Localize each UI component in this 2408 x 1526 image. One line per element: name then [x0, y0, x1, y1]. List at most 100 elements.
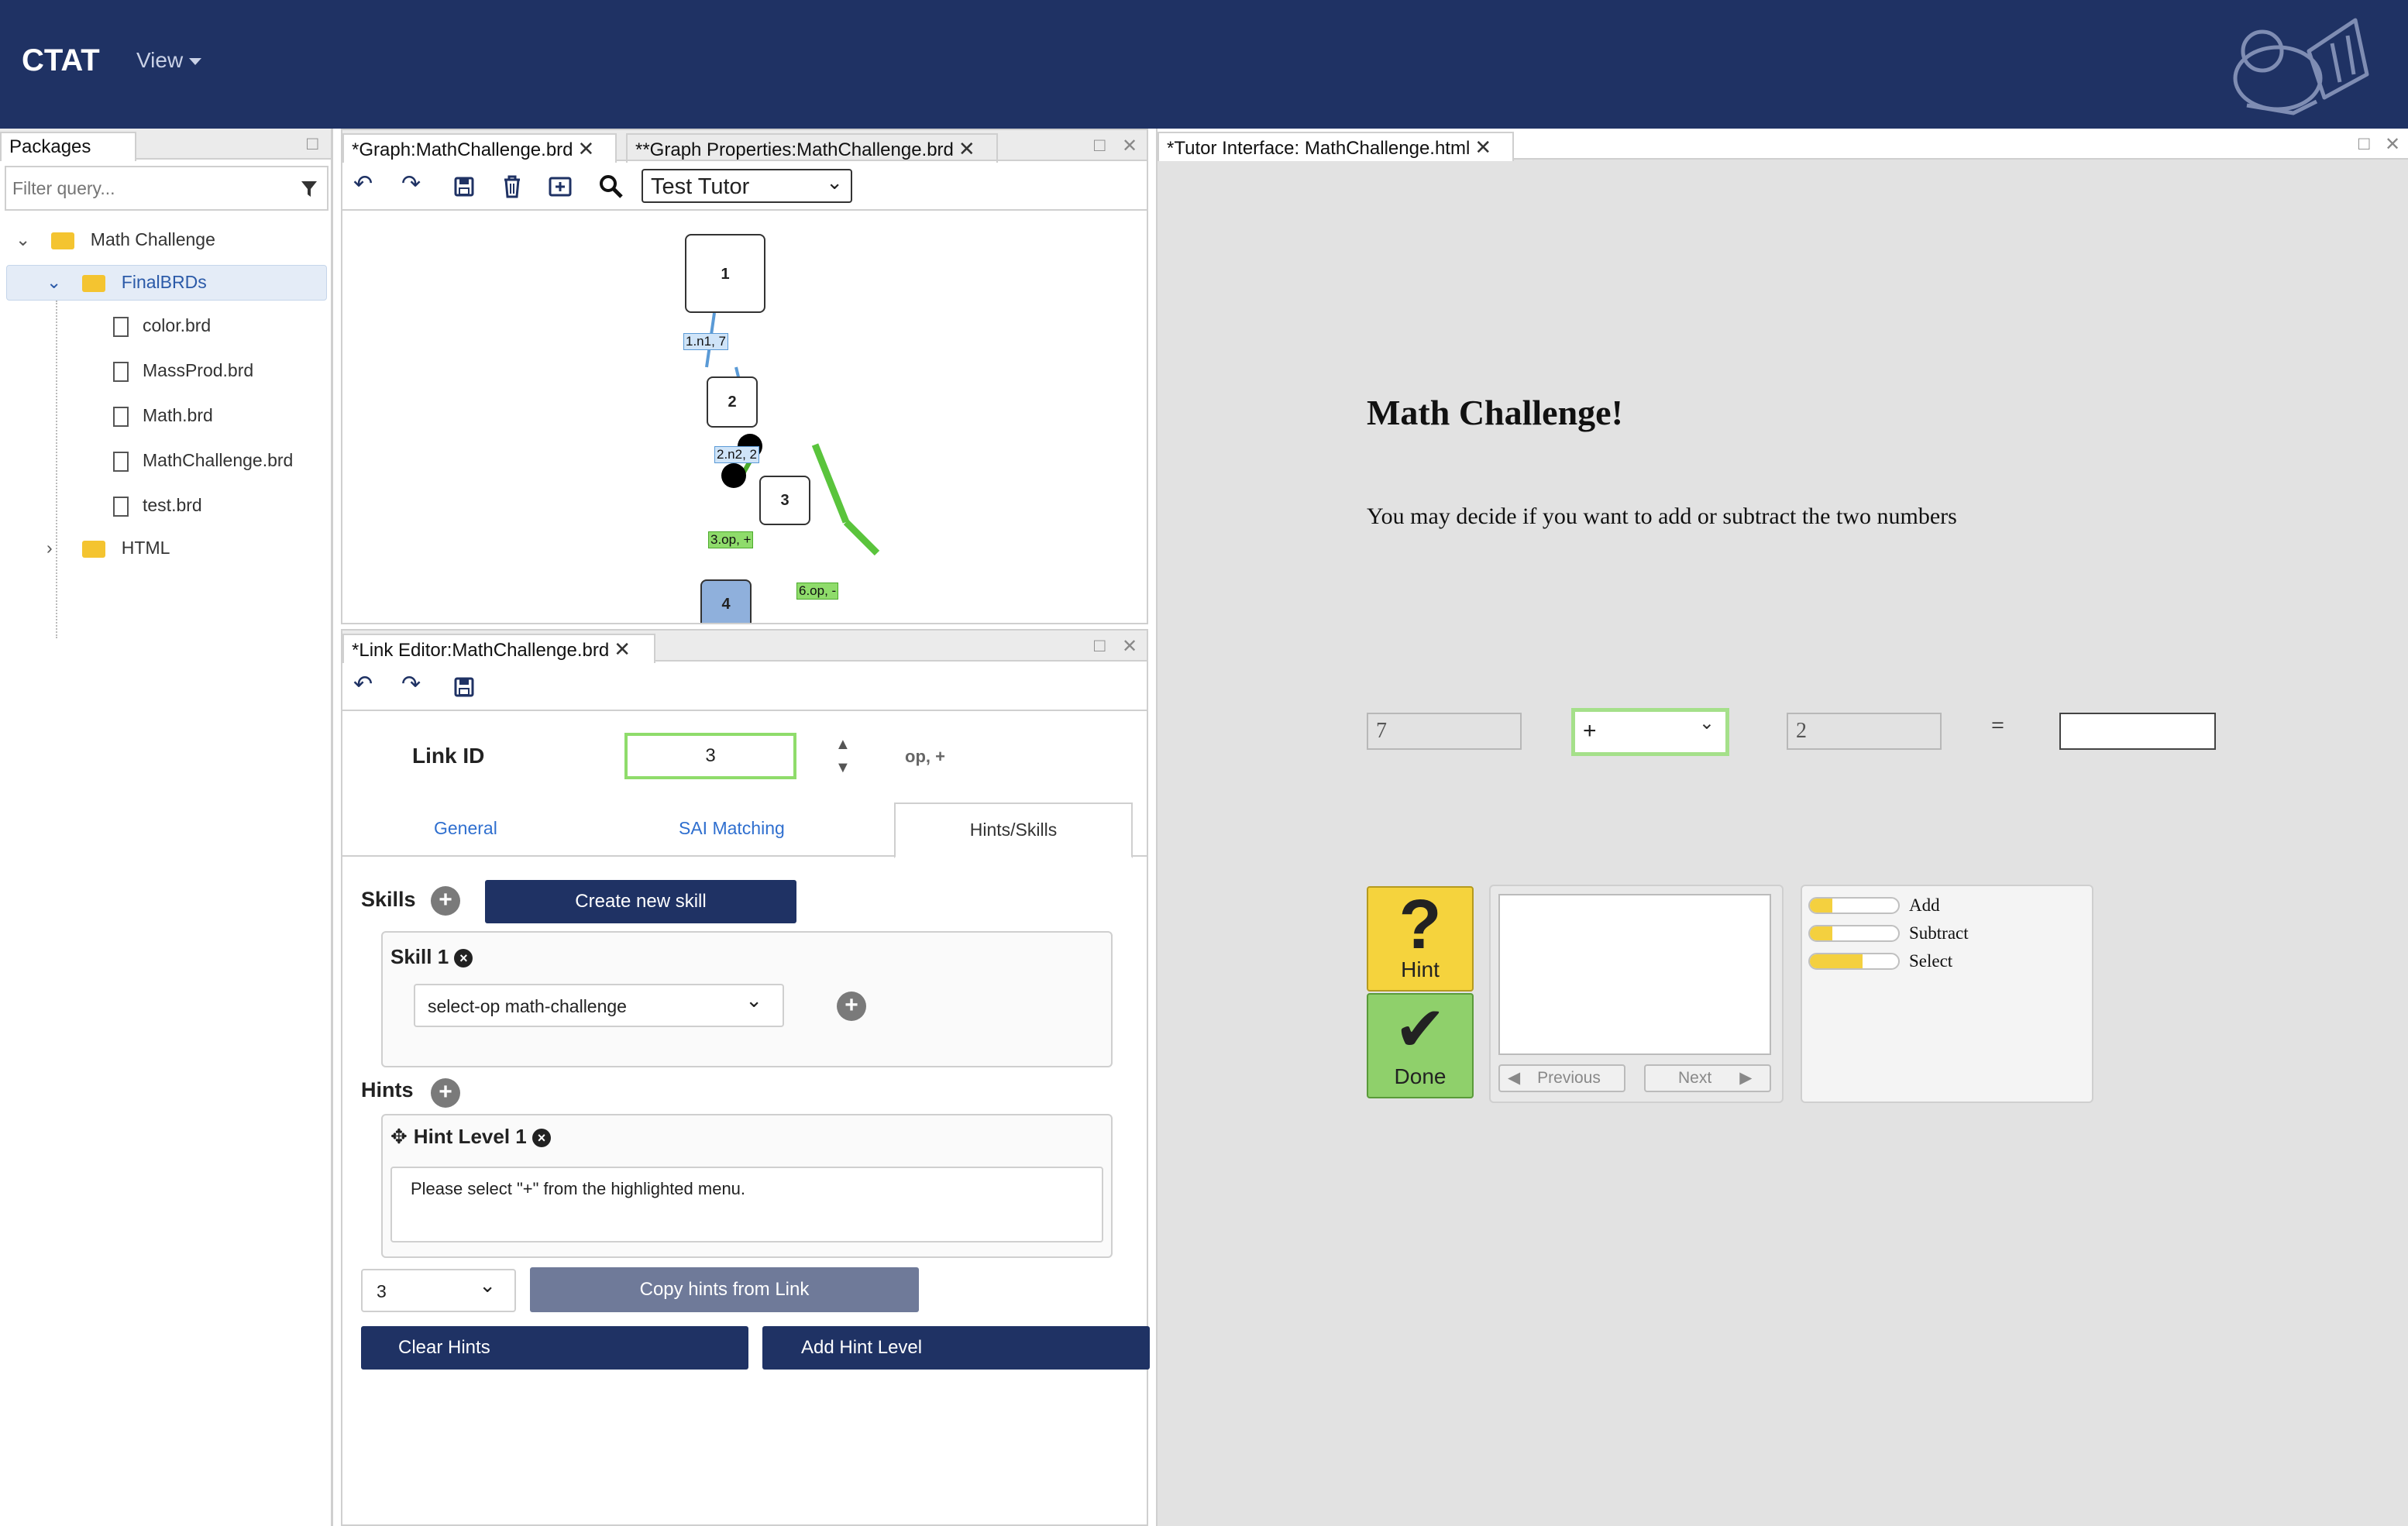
tab-graph-properties-label: **Graph Properties:MathChallenge.brd [635, 139, 954, 160]
maximize-icon[interactable]: □ [1094, 135, 1106, 156]
tree-item-finalbrds[interactable]: ⌄ FinalBRDs [46, 272, 207, 293]
folder-icon [82, 274, 106, 292]
mode-select-value: Test Tutor [651, 174, 750, 199]
link-id-stepper[interactable]: ▲ ▼ [835, 733, 851, 779]
clear-hints-button[interactable]: Clear Hints [361, 1326, 748, 1370]
copy-hints-button[interactable]: Copy hints from Link [530, 1267, 919, 1312]
link-editor-tabs: General SAI Matching Hints/Skills [342, 803, 1147, 858]
maximize-icon[interactable]: □ [307, 133, 318, 155]
copy-link-select[interactable]: 3 ⌄ [361, 1269, 516, 1312]
undo-icon[interactable]: ↶ [353, 170, 373, 198]
close-icon[interactable]: ✕ [614, 638, 631, 661]
view-menu-label: View [136, 48, 184, 72]
view-menu[interactable]: View [136, 48, 202, 73]
tab-packages[interactable]: Packages [0, 132, 136, 161]
tree-item-label: color.brd [143, 315, 212, 335]
chevron-down-icon: ⌄ [826, 170, 843, 194]
hint-button[interactable]: ? Hint [1367, 886, 1474, 992]
edge-label[interactable]: 1.n1, 7 [683, 333, 728, 350]
number2-field[interactable]: 2 [1787, 713, 1942, 750]
close-icon[interactable]: ✕ [1122, 635, 1137, 658]
undo-icon[interactable]: ↶ [353, 671, 373, 698]
create-skill-button[interactable]: Create new skill [485, 880, 796, 923]
tree-item-html[interactable]: › HTML [46, 538, 170, 559]
tab-general[interactable]: General [434, 818, 497, 839]
tree-item-file[interactable]: MassProd.brd [113, 360, 253, 382]
add-hint-level-button[interactable]: Add Hint Level [762, 1326, 1150, 1370]
maximize-icon[interactable]: □ [1094, 635, 1106, 657]
tab-hints-skills[interactable]: Hints/Skills [894, 803, 1133, 858]
add-skill-icon[interactable]: + [431, 886, 460, 916]
graph-tabstrip: *Graph:MathChallenge.brd ✕ **Graph Proper… [342, 130, 1147, 163]
next-button[interactable]: Next ▶ [1644, 1064, 1771, 1092]
graph-node[interactable]: 4 [700, 579, 752, 623]
tab-graph[interactable]: *Graph:MathChallenge.brd ✕ [342, 133, 617, 163]
hint-textarea[interactable]: Please select "+" from the highlighted m… [390, 1167, 1103, 1242]
skill-bar-fill [1810, 954, 1863, 968]
redo-icon[interactable]: ↷ [401, 671, 421, 698]
remove-hint-icon[interactable]: × [531, 1129, 551, 1148]
hint-message-area [1498, 894, 1771, 1055]
edge-label[interactable]: 2.n2, 2 [714, 446, 759, 463]
add-node-icon[interactable] [549, 177, 572, 197]
tree-item-file[interactable]: Math.brd [113, 405, 213, 427]
previous-button[interactable]: ◀ Previous [1498, 1064, 1625, 1092]
tutor-instructions: You may decide if you want to add or sub… [1367, 504, 1957, 529]
link-editor-panel: *Link Editor:MathChallenge.brd ✕ □ ✕ ↶ ↷ … [341, 629, 1150, 1526]
maximize-icon[interactable]: □ [2358, 133, 2370, 155]
skill-window: Add Subtract Select [1801, 885, 2093, 1103]
edge-label[interactable]: 3.op, + [708, 531, 754, 548]
move-icon[interactable]: ✥ [390, 1125, 408, 1148]
tree-item-file[interactable]: color.brd [113, 315, 211, 337]
graph-node[interactable]: 3 [759, 476, 810, 525]
save-icon[interactable] [454, 177, 474, 197]
search-icon[interactable] [598, 174, 623, 198]
arrow-left-icon: ◀ [1508, 1069, 1521, 1087]
add-skill-row-icon[interactable]: + [837, 992, 866, 1021]
trash-icon[interactable] [502, 175, 522, 198]
tab-link-editor[interactable]: *Link Editor:MathChallenge.brd ✕ [342, 634, 655, 663]
file-icon [113, 316, 129, 337]
filter-icon[interactable] [301, 180, 318, 198]
done-button[interactable]: ✔ Done [1367, 993, 1474, 1098]
redo-icon[interactable]: ↷ [401, 170, 421, 198]
arrow-up-icon[interactable]: ▲ [835, 733, 851, 756]
save-icon[interactable] [454, 677, 474, 697]
close-icon[interactable]: ✕ [1122, 135, 1137, 157]
graph-canvas[interactable]: 1 2 3 4 1.n1, 7 2.n2, 2 3.op, + 6.op, - [342, 212, 1147, 623]
edge-label[interactable]: 6.op, - [796, 583, 839, 600]
remove-skill-icon[interactable]: × [454, 949, 473, 968]
graph-node[interactable]: 2 [707, 376, 758, 428]
graph-node[interactable]: 1 [685, 234, 765, 313]
tree-item-file[interactable]: test.brd [113, 495, 202, 517]
skill-bar-subtract [1808, 925, 1900, 942]
tab-sai-matching[interactable]: SAI Matching [679, 818, 785, 839]
link-toolbar: ↶ ↷ [342, 662, 1147, 711]
tab-tutor-interface[interactable]: *Tutor Interface: MathChallenge.html ✕ [1158, 132, 1514, 161]
skill-label-select: Select [1909, 951, 1953, 971]
file-icon [113, 361, 129, 382]
tree-item-file[interactable]: MathChallenge.brd [113, 450, 293, 472]
tree-item-math-challenge[interactable]: ⌄ Math Challenge [15, 229, 215, 250]
hint-window: ◀ Previous Next ▶ [1489, 885, 1784, 1103]
close-icon[interactable]: ✕ [578, 137, 595, 160]
chevron-right-icon: › [46, 538, 53, 558]
filter-input[interactable] [12, 175, 291, 201]
number1-field[interactable]: 7 [1367, 713, 1522, 750]
operator-select[interactable]: + ⌄ [1571, 708, 1729, 756]
tab-graph-properties[interactable]: **Graph Properties:MathChallenge.brd ✕ [626, 133, 998, 163]
equals-sign: = [1991, 713, 2004, 738]
add-hint-icon[interactable]: + [431, 1078, 460, 1108]
close-icon[interactable]: ✕ [958, 137, 975, 160]
close-icon[interactable]: ✕ [1474, 136, 1491, 159]
link-id-input[interactable]: 3 [624, 733, 796, 779]
arrow-down-icon[interactable]: ▼ [835, 756, 851, 779]
skill-select[interactable]: select-op math-challenge ⌄ [414, 984, 784, 1027]
mode-select[interactable]: Test Tutor ⌄ [642, 169, 852, 203]
tree-item-label: test.brd [143, 495, 202, 515]
graph-node-label: 4 [721, 596, 731, 613]
hint-title-text: Hint Level 1 [413, 1125, 527, 1148]
close-icon[interactable]: ✕ [2385, 133, 2400, 156]
answer-field[interactable] [2059, 713, 2216, 750]
tab-packages-label: Packages [9, 136, 91, 157]
